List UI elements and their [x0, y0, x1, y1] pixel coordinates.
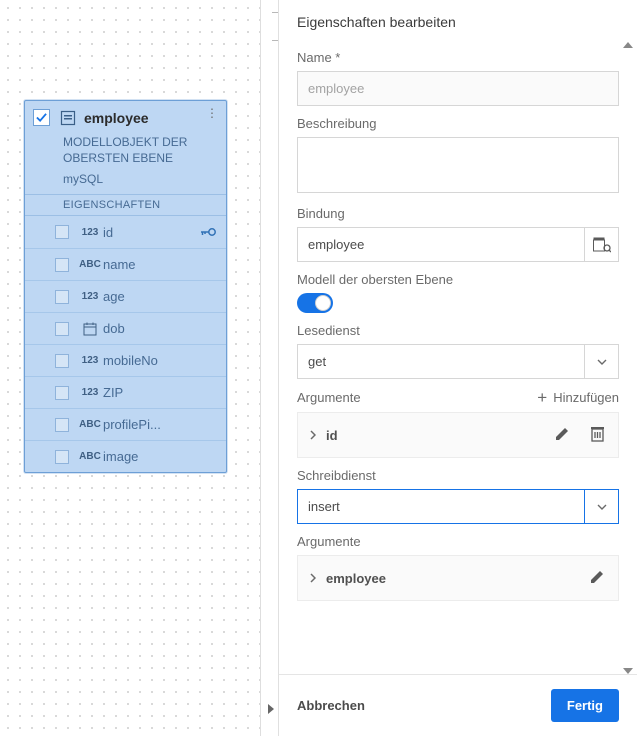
- property-name: profilePi...: [103, 417, 161, 432]
- write-service-chevron[interactable]: [585, 489, 619, 524]
- binding-browse-button[interactable]: [585, 227, 619, 262]
- argument-name: id: [326, 428, 338, 443]
- cancel-button[interactable]: Abbrechen: [297, 698, 365, 713]
- canvas-expand-icon[interactable]: [268, 704, 274, 714]
- add-argument-button[interactable]: + Hinzufügen: [537, 389, 619, 406]
- property-row[interactable]: ABCname: [25, 248, 226, 280]
- edit-argument-button[interactable]: [589, 568, 606, 588]
- property-checkbox[interactable]: [55, 418, 69, 432]
- property-name: age: [103, 289, 125, 304]
- done-button[interactable]: Fertig: [551, 689, 619, 722]
- properties-panel: Eigenschaften bearbeiten Name * Beschrei…: [278, 0, 637, 736]
- entity-title: employee: [84, 110, 149, 126]
- property-type-icon: ABC: [77, 451, 103, 462]
- property-row[interactable]: ABCprofilePi...: [25, 408, 226, 440]
- binding-label: Bindung: [297, 206, 619, 221]
- write-service-label: Schreibdienst: [297, 468, 619, 483]
- delete-argument-button[interactable]: [589, 425, 606, 445]
- property-checkbox[interactable]: [55, 386, 69, 400]
- write-arguments-label: Argumente: [297, 534, 361, 549]
- entity-select-checkbox[interactable]: [33, 109, 50, 126]
- binding-field[interactable]: [297, 227, 585, 262]
- plus-icon: +: [537, 389, 547, 406]
- property-type-icon: [77, 322, 103, 336]
- read-service-label: Lesedienst: [297, 323, 619, 338]
- top-level-toggle[interactable]: [297, 293, 333, 313]
- chevron-right-icon: [310, 428, 316, 443]
- property-checkbox[interactable]: [55, 225, 69, 239]
- property-row[interactable]: 123age: [25, 280, 226, 312]
- description-field[interactable]: [297, 137, 619, 193]
- canvas: employee ⋮ MODELLOBJEKT DER OBERSTEN EBE…: [0, 0, 278, 736]
- property-type-icon: 123: [77, 355, 103, 366]
- entity-object-icon: [60, 110, 76, 126]
- read-service-chevron[interactable]: [585, 344, 619, 379]
- property-type-icon: 123: [77, 291, 103, 302]
- entity-properties-list: 123idABCname123agedob123mobileNo123ZIPAB…: [25, 216, 226, 472]
- key-icon: [200, 225, 216, 240]
- property-checkbox[interactable]: [55, 450, 69, 464]
- property-checkbox[interactable]: [55, 290, 69, 304]
- write-service-select[interactable]: [297, 489, 585, 524]
- canvas-ruler: [260, 0, 278, 736]
- name-field[interactable]: [297, 71, 619, 106]
- name-label: Name *: [297, 50, 619, 65]
- panel-header: Eigenschaften bearbeiten: [279, 0, 637, 40]
- property-name: id: [103, 225, 113, 240]
- read-argument-row[interactable]: id: [297, 412, 619, 458]
- entity-subtitle: MODELLOBJEKT DER OBERSTEN EBENE: [25, 132, 226, 172]
- property-name: mobileNo: [103, 353, 158, 368]
- property-name: ZIP: [103, 385, 123, 400]
- scroll-down-icon[interactable]: [623, 668, 633, 674]
- entity-connector: mySQL: [25, 172, 226, 194]
- argument-name: employee: [326, 571, 386, 586]
- property-checkbox[interactable]: [55, 354, 69, 368]
- property-row[interactable]: 123mobileNo: [25, 344, 226, 376]
- edit-argument-button[interactable]: [554, 425, 571, 445]
- property-type-icon: ABC: [77, 259, 103, 270]
- read-arguments-label: Argumente: [297, 390, 361, 405]
- property-checkbox[interactable]: [55, 258, 69, 272]
- property-type-icon: 123: [77, 227, 103, 238]
- entity-more-icon[interactable]: ⋮: [206, 109, 218, 117]
- add-argument-label: Hinzufügen: [553, 390, 619, 405]
- top-level-label: Modell der obersten Ebene: [297, 272, 619, 287]
- property-row[interactable]: dob: [25, 312, 226, 344]
- write-argument-row[interactable]: employee: [297, 555, 619, 601]
- property-checkbox[interactable]: [55, 322, 69, 336]
- property-name: name: [103, 257, 136, 272]
- property-row[interactable]: 123id: [25, 216, 226, 248]
- read-service-select[interactable]: [297, 344, 585, 379]
- chevron-right-icon: [310, 571, 316, 586]
- property-type-icon: 123: [77, 387, 103, 398]
- entity-card-employee[interactable]: employee ⋮ MODELLOBJEKT DER OBERSTEN EBE…: [24, 100, 227, 473]
- property-type-icon: ABC: [77, 419, 103, 430]
- property-row[interactable]: 123ZIP: [25, 376, 226, 408]
- property-name: dob: [103, 321, 125, 336]
- property-row[interactable]: ABCimage: [25, 440, 226, 472]
- entity-section-header: EIGENSCHAFTEN: [25, 194, 226, 216]
- property-name: image: [103, 449, 138, 464]
- description-label: Beschreibung: [297, 116, 619, 131]
